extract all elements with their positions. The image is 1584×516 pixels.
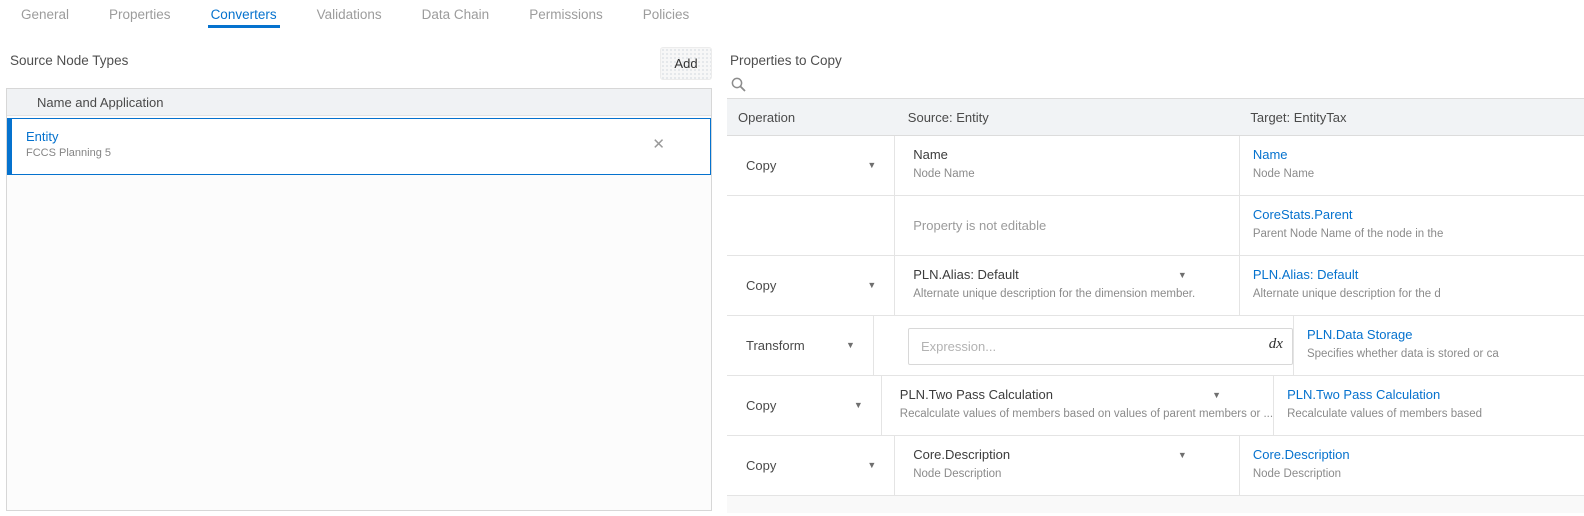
source-property-name: Core.Description bbox=[913, 447, 1239, 462]
not-editable-note: Property is not editable bbox=[913, 218, 1046, 233]
table-row: Copy ▼ Name Node Name Name Node Name bbox=[727, 136, 1584, 196]
operation-value: Copy bbox=[746, 458, 776, 473]
search-icon[interactable] bbox=[727, 68, 1584, 98]
remove-icon[interactable]: ✕ bbox=[652, 137, 665, 152]
tab-data-chain[interactable]: Data Chain bbox=[419, 0, 493, 28]
operation-value: Transform bbox=[746, 338, 805, 353]
next-row-partial bbox=[727, 496, 1584, 513]
source-property-name: PLN.Alias: Default bbox=[913, 267, 1239, 282]
target-property-link[interactable]: PLN.Two Pass Calculation bbox=[1287, 387, 1584, 402]
source-property-select[interactable]: Core.Description ▼ Node Description bbox=[895, 436, 1240, 495]
source-property-description: Alternate unique description for the dim… bbox=[913, 288, 1239, 300]
target-property-description: Node Name bbox=[1253, 168, 1584, 180]
source-property-select[interactable]: PLN.Alias: Default ▼ Alternate unique de… bbox=[895, 256, 1240, 315]
tab-validations[interactable]: Validations bbox=[314, 0, 385, 28]
target-property-description: Parent Node Name of the node in the bbox=[1253, 228, 1584, 240]
tab-bar: General Properties Converters Validation… bbox=[18, 0, 692, 28]
operation-cell-empty bbox=[727, 196, 895, 255]
tab-properties[interactable]: Properties bbox=[106, 0, 174, 28]
table-row: Transform ▼ dx PLN.Data Storage Specifie… bbox=[727, 316, 1584, 376]
source-expression-cell: dx bbox=[874, 316, 1294, 375]
chevron-down-icon: ▼ bbox=[1178, 271, 1187, 280]
tab-policies[interactable]: Policies bbox=[640, 0, 693, 28]
table-header-row: Operation Source: Entity Target: EntityT… bbox=[727, 99, 1584, 136]
column-header-source: Source: Entity bbox=[891, 110, 1238, 125]
operation-value: Copy bbox=[746, 158, 776, 173]
properties-to-copy-title: Properties to Copy bbox=[727, 47, 1584, 68]
source-property-cell: Name Node Name bbox=[895, 136, 1240, 195]
source-property-description: Node Description bbox=[913, 468, 1239, 480]
target-property-cell: Name Node Name bbox=[1240, 136, 1584, 195]
operation-value: Copy bbox=[746, 398, 776, 413]
source-property-description: Node Name bbox=[913, 168, 1239, 180]
tab-converters[interactable]: Converters bbox=[208, 0, 280, 28]
source-property-select[interactable]: PLN.Two Pass Calculation ▼ Recalculate v… bbox=[882, 376, 1274, 435]
source-property-name: Name bbox=[913, 147, 1239, 162]
column-header-target: Target: EntityTax bbox=[1237, 110, 1584, 125]
source-node-types-panel: Source Node Types Add Name and Applicati… bbox=[6, 47, 712, 516]
add-button[interactable]: Add bbox=[660, 47, 712, 80]
table-row: Property is not editable CoreStats.Paren… bbox=[727, 196, 1584, 256]
column-header-operation: Operation bbox=[727, 110, 891, 125]
name-and-application-header: Name and Application bbox=[7, 89, 711, 116]
table-row: Copy ▼ Core.Description ▼ Node Descripti… bbox=[727, 436, 1584, 496]
target-property-cell: CoreStats.Parent Parent Node Name of the… bbox=[1240, 196, 1584, 255]
chevron-down-icon: ▼ bbox=[867, 161, 876, 170]
node-type-name: Entity bbox=[12, 119, 710, 144]
chevron-down-icon: ▼ bbox=[867, 461, 876, 470]
operation-select[interactable]: Transform ▼ bbox=[727, 316, 874, 375]
properties-table: Operation Source: Entity Target: EntityT… bbox=[727, 98, 1584, 513]
operation-select[interactable]: Copy ▼ bbox=[727, 376, 882, 435]
target-property-link[interactable]: CoreStats.Parent bbox=[1253, 207, 1584, 222]
target-property-link[interactable]: PLN.Data Storage bbox=[1307, 327, 1584, 342]
chevron-down-icon: ▼ bbox=[1212, 391, 1221, 400]
list-item-entity[interactable]: Entity FCCS Planning 5 ✕ bbox=[7, 118, 711, 175]
magnifier-glyph bbox=[730, 76, 747, 93]
chevron-down-icon: ▼ bbox=[854, 401, 863, 410]
target-property-cell: PLN.Two Pass Calculation Recalculate val… bbox=[1274, 376, 1584, 435]
target-property-cell: PLN.Data Storage Specifies whether data … bbox=[1294, 316, 1584, 375]
chevron-down-icon: ▼ bbox=[1178, 451, 1187, 460]
target-property-cell: PLN.Alias: Default Alternate unique desc… bbox=[1240, 256, 1584, 315]
source-property-cell: Property is not editable bbox=[895, 196, 1240, 255]
node-type-application: FCCS Planning 5 bbox=[12, 144, 710, 159]
source-node-types-list: Name and Application Entity FCCS Plannin… bbox=[6, 88, 712, 511]
expression-editor-icon[interactable]: dx bbox=[1269, 336, 1283, 353]
operation-select[interactable]: Copy ▼ bbox=[727, 136, 895, 195]
operation-select[interactable]: Copy ▼ bbox=[727, 256, 895, 315]
target-property-description: Specifies whether data is stored or ca bbox=[1307, 348, 1584, 360]
target-property-link[interactable]: Name bbox=[1253, 147, 1584, 162]
target-property-description: Recalculate values of members based bbox=[1287, 408, 1584, 420]
properties-to-copy-panel: Properties to Copy Operation Source: Ent… bbox=[727, 47, 1584, 516]
chevron-down-icon: ▼ bbox=[867, 281, 876, 290]
table-row: Copy ▼ PLN.Alias: Default ▼ Alternate un… bbox=[727, 256, 1584, 316]
expression-input[interactable] bbox=[908, 328, 1293, 365]
target-property-description: Alternate unique description for the d bbox=[1253, 288, 1584, 300]
tab-permissions[interactable]: Permissions bbox=[526, 0, 606, 28]
operation-value: Copy bbox=[746, 278, 776, 293]
target-property-link[interactable]: Core.Description bbox=[1253, 447, 1584, 462]
target-property-link[interactable]: PLN.Alias: Default bbox=[1253, 267, 1584, 282]
source-property-description: Recalculate values of members based on v… bbox=[900, 408, 1273, 420]
target-property-cell: Core.Description Node Description bbox=[1240, 436, 1584, 495]
operation-select[interactable]: Copy ▼ bbox=[727, 436, 895, 495]
chevron-down-icon: ▼ bbox=[846, 341, 855, 350]
tab-general[interactable]: General bbox=[18, 0, 72, 28]
source-node-types-title: Source Node Types bbox=[6, 47, 128, 68]
target-property-description: Node Description bbox=[1253, 468, 1584, 480]
table-row: Copy ▼ PLN.Two Pass Calculation ▼ Recalc… bbox=[727, 376, 1584, 436]
